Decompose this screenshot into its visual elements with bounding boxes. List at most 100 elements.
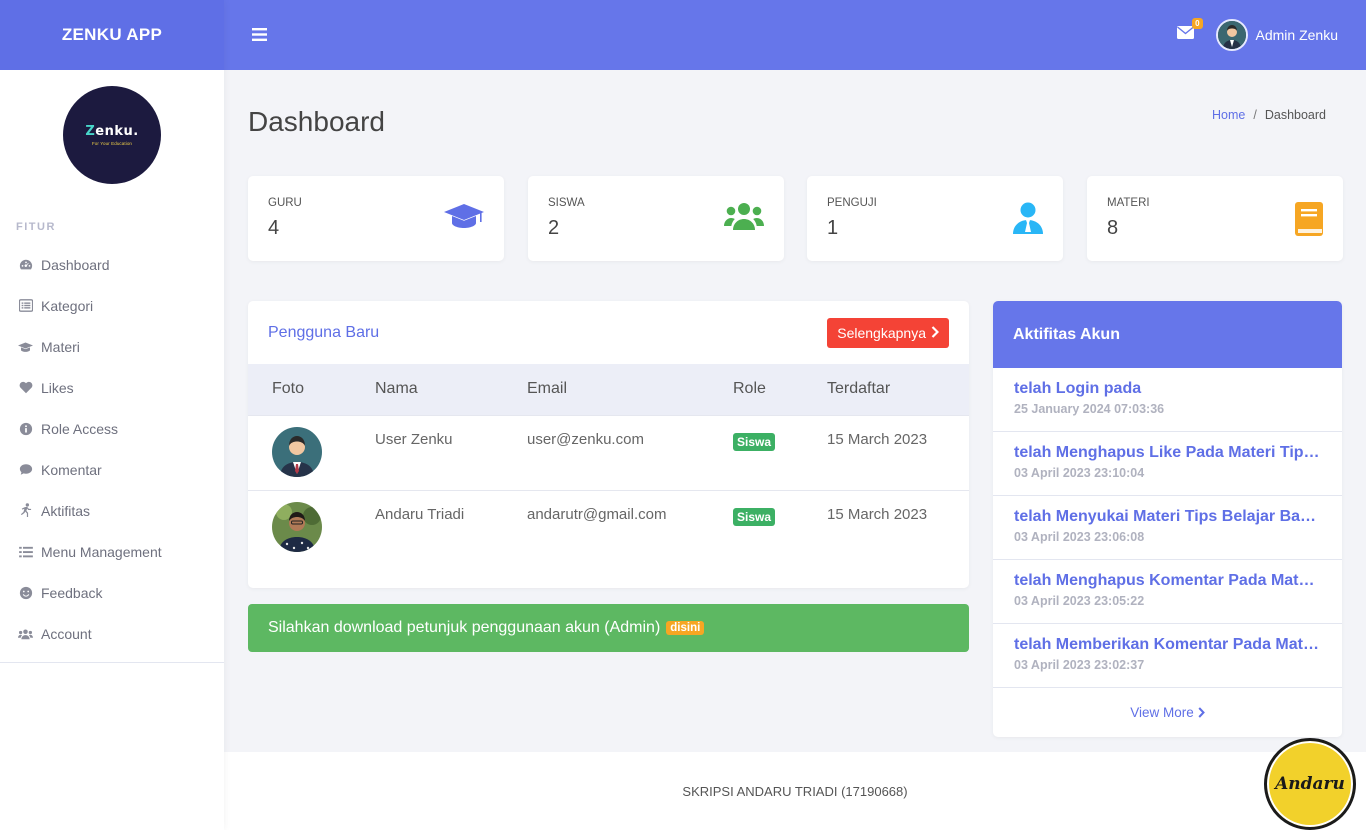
user-menu[interactable]: Admin Zenku: [1215, 19, 1338, 51]
users-icon: [18, 626, 33, 641]
sidebar-menu: Dashboard Kategori Materi Likes Role Acc…: [0, 240, 224, 654]
sidebar: ZENKU APP Zenku. For Your Education FITU…: [0, 0, 224, 830]
user-tie-icon: [1013, 202, 1043, 239]
logo-wordmark: Zenku.: [85, 124, 139, 139]
column-header-role: Role: [733, 380, 766, 398]
user-email-cell: user@zenku.com: [527, 430, 644, 448]
chevron-right-icon: [931, 325, 940, 341]
stat-card-guru: GURU 4: [248, 176, 504, 261]
watermark-badge: Andaru: [1264, 738, 1356, 830]
column-header-terdaftar: Terdaftar: [827, 380, 891, 398]
column-header-foto: Foto: [272, 380, 305, 398]
activity-time: 03 April 2023 23:06:08: [1014, 530, 1145, 544]
message-count-badge: 0: [1192, 18, 1203, 29]
column-header-email: Email: [527, 380, 568, 398]
sidebar-item-label: Menu Management: [41, 543, 162, 560]
user-avatar: [1215, 19, 1248, 51]
logo-container: Zenku. For Your Education: [0, 70, 224, 202]
sidebar-item-label: Komentar: [41, 461, 102, 478]
sidebar-item-komentar[interactable]: Komentar: [0, 449, 224, 490]
activity-item[interactable]: telah Menghapus Komentar Pada Materi ...…: [993, 560, 1342, 624]
book-icon: [1295, 202, 1323, 241]
account-activity-card: Aktifitas Akun telah Login pada 25 Janua…: [993, 301, 1342, 737]
topbar: 0 Admin Zenku: [224, 0, 1366, 70]
info-circle-icon: [18, 421, 33, 436]
sidebar-item-role-access[interactable]: Role Access: [0, 408, 224, 449]
breadcrumb-current: Dashboard: [1264, 108, 1326, 122]
user-email-cell: andarutr@gmail.com: [527, 505, 667, 523]
running-icon: [18, 503, 33, 518]
download-guide-alert: Silahkan download petunjuk penggunaan ak…: [248, 604, 969, 652]
chevron-right-icon: [1198, 707, 1205, 718]
activity-time: 03 April 2023 23:02:37: [1014, 658, 1145, 672]
user-photo: [272, 426, 322, 477]
view-more-label: View More: [1130, 705, 1194, 720]
sidebar-item-account[interactable]: Account: [0, 613, 224, 654]
stat-card-penguji: PENGUJI 1: [807, 176, 1063, 261]
smile-icon: [18, 585, 33, 600]
stat-label: MATERI: [1107, 197, 1150, 209]
alert-text: Silahkan download petunjuk penggunaan ak…: [268, 619, 661, 636]
activity-item[interactable]: telah Login pada 25 January 2024 07:03:3…: [993, 368, 1342, 432]
activity-title[interactable]: telah Menghapus Like Pada Materi Tips B.…: [1014, 444, 1321, 462]
brand-title[interactable]: ZENKU APP: [0, 0, 224, 70]
messages-button[interactable]: 0: [1176, 18, 1203, 44]
activity-item[interactable]: telah Menghapus Like Pada Materi Tips B.…: [993, 432, 1342, 496]
activity-item[interactable]: telah Menyukai Materi Tips Belajar Bahas…: [993, 496, 1342, 560]
users-icon: [724, 202, 764, 235]
sidebar-heading: FITUR: [16, 221, 56, 233]
see-more-label: Selengkapnya: [837, 324, 926, 341]
registered-date-cell: 15 March 2023: [827, 505, 928, 523]
footer: SKRIPSI ANDARU TRIADI (17190668): [224, 752, 1366, 830]
breadcrumb-home-link[interactable]: Home: [1212, 108, 1245, 122]
sidebar-item-menu-management[interactable]: Menu Management: [0, 531, 224, 572]
sidebar-item-label: Account: [41, 625, 92, 642]
new-users-table: Foto Nama Email Role Terdaftar User Zenk…: [248, 364, 969, 565]
activity-time: 03 April 2023 23:10:04: [1014, 466, 1145, 480]
comment-icon: [18, 462, 33, 477]
page-title: Dashboard: [248, 106, 385, 137]
activity-item[interactable]: telah Memberikan Komentar Pada Materi ..…: [993, 624, 1342, 688]
stat-value: 8: [1107, 217, 1119, 239]
sidebar-divider: [0, 662, 224, 663]
table-row: Andaru Triadi andarutr@gmail.com Siswa 1…: [248, 490, 969, 565]
user-name: Admin Zenku: [1255, 27, 1338, 43]
sidebar-item-dashboard[interactable]: Dashboard: [0, 244, 224, 285]
tachometer-icon: [18, 257, 33, 272]
list-alt-icon: [18, 298, 33, 313]
see-more-button[interactable]: Selengkapnya: [827, 317, 949, 348]
watermark-text: Andaru: [1275, 774, 1345, 794]
logo-tagline: For Your Education: [91, 141, 133, 146]
activity-time: 25 January 2024 07:03:36: [1014, 402, 1165, 416]
activity-title[interactable]: telah Menyukai Materi Tips Belajar Bahas…: [1014, 508, 1321, 526]
activity-title[interactable]: telah Login pada: [1014, 380, 1321, 398]
user-name-cell: User Zenku: [375, 430, 453, 448]
view-more-link[interactable]: View More: [993, 688, 1342, 737]
new-users-title: Pengguna Baru: [268, 323, 380, 341]
activity-title[interactable]: telah Menghapus Komentar Pada Materi ...: [1014, 572, 1321, 590]
graduation-cap-icon: [444, 202, 484, 235]
stat-value: 1: [827, 217, 839, 239]
new-users-card: Pengguna Baru Selengkapnya Foto Nama Ema…: [248, 301, 969, 588]
sidebar-item-label: Dashboard: [41, 256, 110, 273]
sidebar-item-likes[interactable]: Likes: [0, 367, 224, 408]
envelope-icon: [1176, 26, 1194, 44]
sidebar-item-kategori[interactable]: Kategori: [0, 285, 224, 326]
sidebar-item-label: Materi: [41, 338, 80, 355]
user-name-cell: Andaru Triadi: [375, 505, 465, 523]
stat-card-materi: MATERI 8: [1087, 176, 1343, 261]
sidebar-item-aktifitas[interactable]: Aktifitas: [0, 490, 224, 531]
main-content: Dashboard Home / Dashboard GURU 4 SISWA …: [224, 70, 1366, 830]
breadcrumb: Home / Dashboard: [1212, 108, 1326, 122]
table-header-row: Foto Nama Email Role Terdaftar: [248, 364, 969, 415]
sidebar-item-label: Aktifitas: [41, 502, 91, 519]
stat-card-siswa: SISWA 2: [528, 176, 784, 261]
sidebar-item-feedback[interactable]: Feedback: [0, 572, 224, 613]
activity-title[interactable]: telah Memberikan Komentar Pada Materi ..…: [1014, 636, 1321, 654]
hamburger-menu-icon[interactable]: [252, 24, 267, 47]
footer-text: SKRIPSI ANDARU TRIADI (17190668): [682, 783, 908, 799]
download-link-badge[interactable]: disini: [666, 621, 705, 635]
sidebar-item-materi[interactable]: Materi: [0, 326, 224, 367]
activity-time: 03 April 2023 23:05:22: [1014, 594, 1145, 608]
sidebar-item-label: Likes: [41, 379, 74, 396]
